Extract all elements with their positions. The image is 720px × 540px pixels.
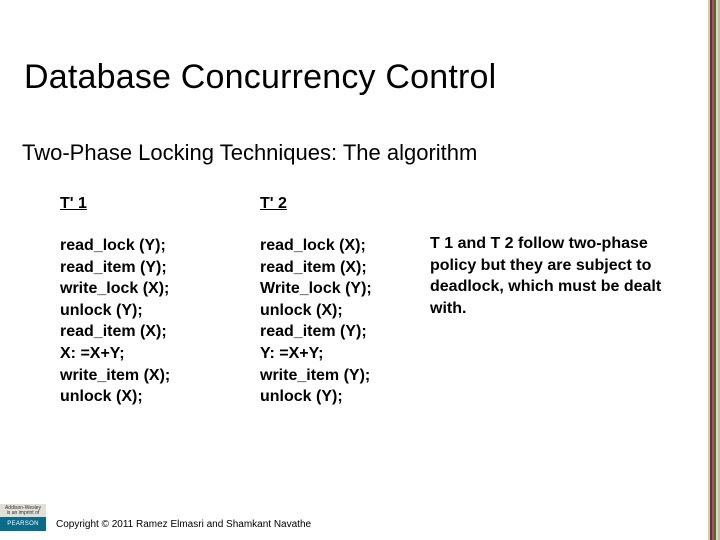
- publisher-logo: Addison-Wesley is an imprint of PEARSON: [0, 504, 46, 540]
- column-t1: T' 1 read_lock (Y); read_item (Y); write…: [60, 195, 260, 408]
- pearson-label: PEARSON: [0, 517, 46, 531]
- decorative-stripe: [708, 0, 720, 540]
- copyright-text: Copyright © 2011 Ramez Elmasri and Shamk…: [56, 519, 311, 530]
- t1-operations: read_lock (Y); read_item (Y); write_lock…: [60, 235, 260, 408]
- column-t2: T' 2 read_lock (X); read_item (X); Write…: [260, 195, 430, 408]
- content-columns: T' 1 read_lock (Y); read_item (Y); write…: [60, 195, 690, 408]
- aw-line2: is an imprint of: [7, 510, 40, 516]
- column-note: T 1 and T 2 follow two-phase policy but …: [430, 195, 690, 408]
- addison-wesley-label: Addison-Wesley is an imprint of: [0, 504, 46, 517]
- note-text: T 1 and T 2 follow two-phase policy but …: [430, 195, 690, 319]
- page-subtitle: Two-Phase Locking Techniques: The algori…: [22, 140, 477, 166]
- t1-header: T' 1: [60, 195, 260, 213]
- page-title: Database Concurrency Control: [24, 58, 496, 97]
- t2-operations: read_lock (X); read_item (X); Write_lock…: [260, 235, 430, 408]
- slide: Database Concurrency Control Two-Phase L…: [0, 0, 720, 540]
- t2-header: T' 2: [260, 195, 430, 213]
